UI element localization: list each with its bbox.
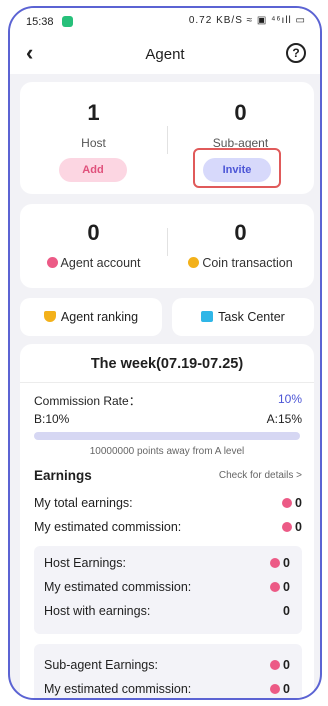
subagent-count: 0 [234, 100, 247, 125]
phone-frame: 15:38 0.72 KB/S ≈ ▣ ⁴⁶ıll ▭ ‹ Agent ? 1 … [8, 6, 322, 700]
subagent-estimated-row: My estimated commission: 0 [44, 682, 290, 696]
subagent-earnings-section: Sub-agent Earnings: 0 My estimated commi… [34, 644, 302, 698]
commission-rate-value: 10% [277, 392, 302, 406]
host-count: 1 [87, 100, 100, 125]
task-calendar-icon [201, 311, 214, 322]
coin-transaction-column[interactable]: 0 Coin transaction [167, 204, 314, 270]
host-earnings-value-wrap: 0 [270, 556, 290, 570]
invite-highlight-box [193, 148, 281, 188]
subagent-estimated-value: 0 [283, 682, 290, 696]
agent-ranking-button[interactable]: Agent ranking [20, 298, 162, 336]
host-estimated-row: My estimated commission: 0 [44, 580, 290, 594]
estimated-commission-value: 0 [295, 520, 302, 534]
add-button[interactable]: Add [59, 158, 127, 182]
agent-account-icon [46, 257, 58, 268]
diamond-icon [270, 558, 281, 568]
help-icon[interactable]: ? [286, 43, 306, 63]
subagent-column: 0 Sub-agent [167, 82, 314, 150]
app-notification-icon [62, 16, 73, 27]
page-title: Agent [145, 46, 185, 63]
agent-account-label: Agent account [60, 256, 141, 270]
subagent-earnings-value-wrap: 0 [270, 658, 290, 672]
estimated-commission-value-wrap: 0 [282, 520, 302, 534]
coin-icon [188, 257, 200, 268]
commission-card: The week(07.19-07.25) Commission Rate： 1… [20, 344, 314, 698]
coin-transaction-label-row: Coin transaction [167, 256, 314, 270]
diamond-icon [282, 498, 293, 508]
agent-ranking-label: Agent ranking [60, 310, 139, 324]
agent-account-column[interactable]: 0 Agent account [20, 204, 167, 270]
host-earnings-value: 0 [283, 556, 290, 570]
task-center-button[interactable]: Task Center [172, 298, 314, 336]
points-away-text: 10000000 points away from A level [89, 446, 245, 457]
coin-transaction-label: Coin transaction [202, 256, 293, 270]
subagent-estimated-value-wrap: 0 [270, 682, 290, 696]
host-with-earnings-label: Host with earnings: [44, 604, 151, 618]
coin-transaction-value: 0 [234, 220, 247, 245]
status-icons: 0.72 KB/S ≈ ▣ ⁴⁶ıll ▭ [188, 15, 306, 26]
host-subagent-card: 1 Host 0 Sub-agent Add Invite [20, 82, 314, 194]
host-with-earnings-value: 0 [283, 604, 290, 618]
host-earnings-section: Host Earnings: 0 My estimated commission… [34, 546, 302, 634]
commission-rate-label: Commission Rate： [34, 394, 141, 408]
task-center-label: Task Center [218, 310, 285, 324]
diamond-icon [270, 582, 281, 592]
total-earnings-row: My total earnings: 0 [34, 496, 302, 510]
total-earnings-value: 0 [295, 496, 302, 510]
host-earnings-row: Host Earnings: 0 [44, 556, 290, 570]
total-earnings-value-wrap: 0 [282, 496, 302, 510]
earnings-heading: Earnings [34, 468, 92, 483]
level-progress-bar [34, 432, 300, 440]
host-with-earnings-row: Host with earnings: 0 [44, 604, 290, 618]
a-level-label: A:15% [266, 412, 302, 426]
status-bar: 15:38 0.72 KB/S ≈ ▣ ⁴⁶ıll ▭ [10, 8, 320, 34]
host-estimated-value: 0 [283, 580, 290, 594]
header: ‹ Agent ? [10, 34, 320, 74]
host-label: Host [81, 136, 106, 150]
subagent-earnings-value: 0 [283, 658, 290, 672]
host-estimated-label: My estimated commission: [44, 580, 192, 594]
diamond-icon [270, 660, 281, 670]
subagent-earnings-label: Sub-agent Earnings: [44, 658, 158, 672]
host-earnings-label: Host Earnings: [44, 556, 126, 570]
subagent-earnings-row: Sub-agent Earnings: 0 [44, 658, 290, 672]
check-details-link[interactable]: Check for details > [219, 470, 302, 481]
agent-account-value: 0 [87, 220, 100, 245]
diamond-icon [270, 684, 281, 694]
status-time: 15:38 [26, 16, 54, 28]
subagent-estimated-label: My estimated commission: [44, 682, 192, 696]
diamond-icon [282, 522, 293, 532]
divider [20, 382, 314, 383]
host-column: 1 Host [20, 82, 167, 150]
week-title: The week(07.19-07.25) [90, 356, 244, 372]
b-level-label: B:10% [34, 412, 70, 426]
total-earnings-label: My total earnings: [34, 496, 133, 510]
ranking-trophy-icon [43, 311, 56, 322]
account-card: 0 Agent account 0 Coin transaction [20, 204, 314, 288]
host-estimated-value-wrap: 0 [270, 580, 290, 594]
estimated-commission-label: My estimated commission: [34, 520, 182, 534]
agent-account-label-row: Agent account [20, 256, 167, 270]
estimated-commission-row: My estimated commission: 0 [34, 520, 302, 534]
